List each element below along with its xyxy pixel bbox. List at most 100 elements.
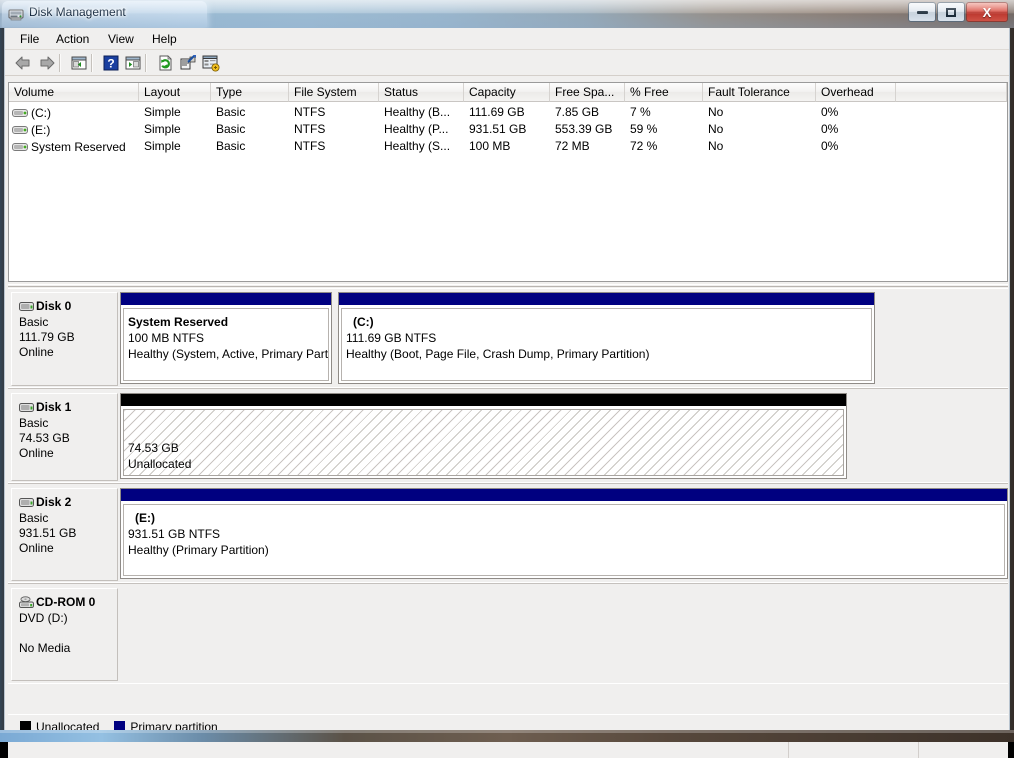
partition-title: (C:) [353,315,374,329]
volume-drive-icon [12,125,28,134]
cell-type: Basic [216,105,246,119]
properties-button[interactable] [178,53,198,73]
partition-status: Unallocated [128,457,192,471]
volume-list-pane[interactable]: Volume Layout Type File System Status Ca… [8,82,1008,282]
status-panel-main [8,740,788,758]
disk-row-1[interactable]: Disk 1 Basic 74.53 GB Online 74.53 GB Un… [8,390,1008,484]
disk-title-2: Disk 2 [19,495,117,509]
cell-status: Healthy (P... [384,122,449,136]
help-button[interactable]: ? [101,53,121,73]
column-header-status[interactable]: Status [379,83,464,102]
disk-type-0: Basic [19,315,49,329]
disk-title-0: Disk 0 [19,299,117,313]
disk-partitions-2: (E:) 931.51 GB NTFS Healthy (Primary Par… [120,488,1008,581]
disk-name-cdrom: CD-ROM 0 [36,595,96,609]
menu-item-help[interactable]: Help [145,31,184,47]
menu-item-view[interactable]: View [101,31,141,47]
back-button[interactable] [13,53,33,73]
disk-type-1: Basic [19,416,49,430]
disk-type-cdrom: DVD (D:) [19,611,68,625]
partition-details: 74.53 GB Unallocated [123,409,844,476]
close-icon: X [982,4,992,20]
column-header-free-space[interactable]: Free Spa... [550,83,625,102]
menu-item-file[interactable]: File [13,31,46,47]
disk-size-1: 74.53 GB [19,431,70,445]
partition-details: (C:) 111.69 GB NTFS Healthy (Boot, Page … [341,308,872,381]
partition-size: 100 MB NTFS [128,331,205,345]
disk-management-window: Disk Management X File Action View Help [0,0,1014,758]
volume-drive-icon [12,108,28,117]
cell-file-system: NTFS [294,139,326,153]
maximize-button[interactable] [937,2,965,22]
disk-size-2: 931.51 GB [19,526,77,540]
show-hide-console-tree-button[interactable] [69,53,89,73]
disk-row-cdrom[interactable]: CD-ROM 0 DVD (D:) No Media [8,585,1008,684]
window-right-edge [1010,28,1014,730]
column-header-percent-free[interactable]: % Free [625,83,703,102]
close-button[interactable]: X [966,2,1008,22]
disk-header-cdrom[interactable]: CD-ROM 0 DVD (D:) No Media [11,588,118,681]
toolbar-separator-3 [145,54,147,72]
disk-header-0[interactable]: Disk 0 Basic 111.79 GB Online [11,292,118,386]
minimize-button[interactable] [908,2,936,22]
refresh-button[interactable] [155,53,175,73]
menu-item-action[interactable]: Action [49,31,96,47]
column-header-blank[interactable] [896,83,1007,102]
cell-volume-label: (E:) [31,122,51,137]
maximize-icon [946,7,956,17]
column-header-volume[interactable]: Volume [9,83,139,102]
table-row[interactable]: (E:) Simple Basic NTFS Healthy (P... 931… [9,121,1007,138]
partition-details: (E:) 931.51 GB NTFS Healthy (Primary Par… [123,504,1005,576]
column-header-overhead[interactable]: Overhead [816,83,896,102]
cell-capacity: 100 MB [469,139,511,153]
forward-button[interactable] [37,53,57,73]
disk-title-1: Disk 1 [19,400,117,414]
partition-color-bar [121,489,1007,501]
cell-percent-free: 72 % [630,139,658,153]
disk-partitions-0: System Reserved 100 MB NTFS Healthy (Sys… [120,292,875,386]
partition-size: 111.69 GB NTFS [346,331,437,345]
volume-drive-icon [12,142,28,151]
disk-management-icon [8,9,24,21]
partition-status: Healthy (System, Active, Primary Part [128,347,329,361]
partition-system-reserved[interactable]: System Reserved 100 MB NTFS Healthy (Sys… [120,292,332,384]
disk-graphical-view[interactable]: Disk 0 Basic 111.79 GB Online System Res… [8,288,1008,713]
column-header-type[interactable]: Type [211,83,289,102]
window-bottom-edge [0,730,1014,742]
disk-header-2[interactable]: Disk 2 Basic 931.51 GB Online [11,488,118,581]
cell-layout: Simple [144,122,181,136]
cell-status: Healthy (S... [384,139,451,153]
disk-type-2: Basic [19,511,49,525]
show-hide-action-pane-button[interactable] [123,53,143,73]
rescan-disks-icon [202,55,220,72]
cell-free-space: 72 MB [555,139,590,153]
cell-type: Basic [216,122,246,136]
partition-c-drive[interactable]: (C:) 111.69 GB NTFS Healthy (Boot, Page … [338,292,875,384]
disk-row-0[interactable]: Disk 0 Basic 111.79 GB Online System Res… [8,289,1008,389]
table-row[interactable]: System Reserved Simple Basic NTFS Health… [9,138,1007,155]
partition-color-bar [121,293,331,305]
column-header-file-system[interactable]: File System [289,83,379,102]
partition-details: System Reserved 100 MB NTFS Healthy (Sys… [123,308,329,381]
partition-unallocated[interactable]: 74.53 GB Unallocated [120,393,847,479]
cell-layout: Simple [144,105,181,119]
column-header-fault-tolerance[interactable]: Fault Tolerance [703,83,816,102]
cell-type: Basic [216,139,246,153]
column-header-capacity[interactable]: Capacity [464,83,550,102]
disk-size-0: 111.79 GB [19,330,75,344]
toolbar-separator-1 [59,54,61,72]
partition-color-bar [339,293,874,305]
cell-volume-label: (C:) [31,105,51,120]
disk-row-2[interactable]: Disk 2 Basic 931.51 GB Online (E:) 931.5… [8,485,1008,584]
show-hide-console-tree-icon [71,56,87,70]
partition-status: Healthy (Primary Partition) [128,543,269,557]
title-bar: Disk Management X [0,0,1014,28]
cell-capacity: 931.51 GB [469,122,527,136]
refresh-icon [159,55,172,71]
column-header-layout[interactable]: Layout [139,83,211,102]
rescan-disks-button[interactable] [201,53,221,73]
cell-capacity: 111.69 GB [469,105,525,119]
table-row[interactable]: (C:) Simple Basic NTFS Healthy (B... 111… [9,104,1007,121]
partition-e-drive[interactable]: (E:) 931.51 GB NTFS Healthy (Primary Par… [120,488,1008,579]
disk-header-1[interactable]: Disk 1 Basic 74.53 GB Online [11,393,118,481]
